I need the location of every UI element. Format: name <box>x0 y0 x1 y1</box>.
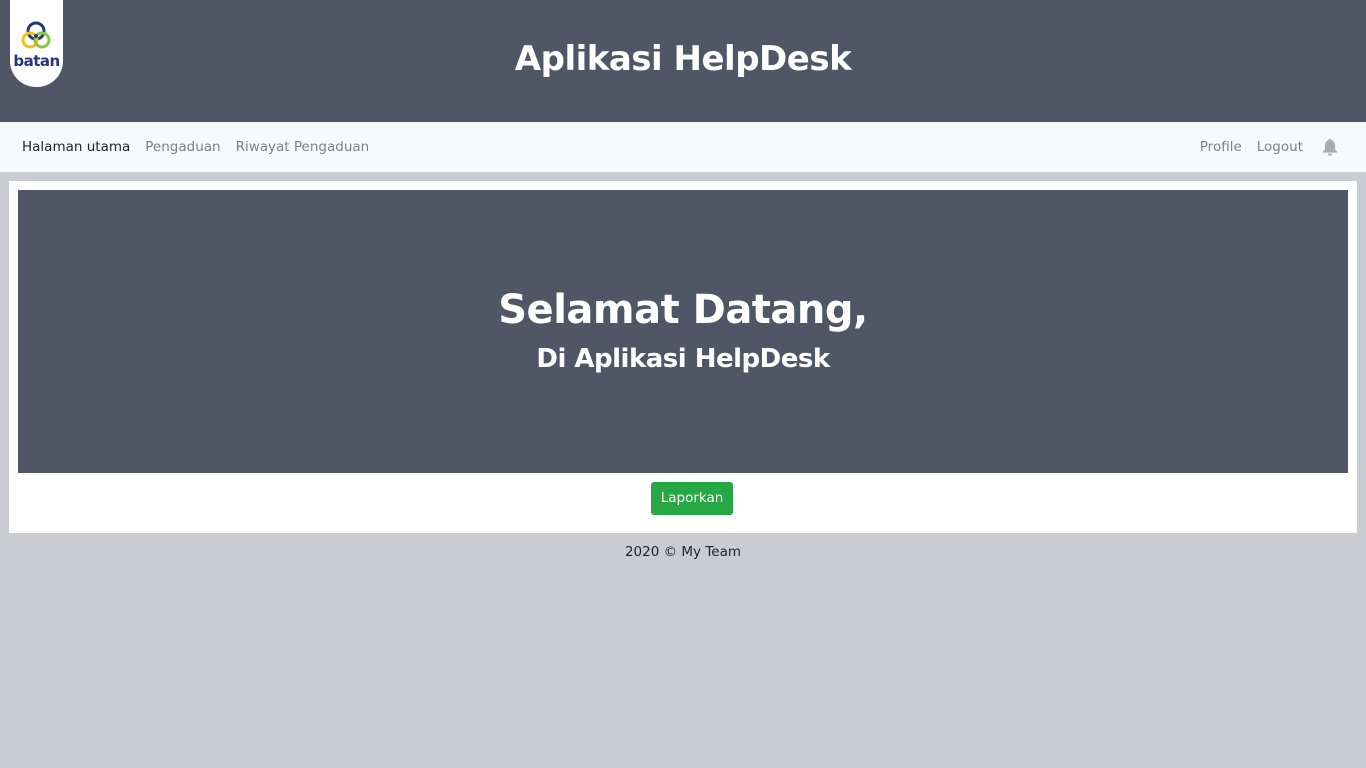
footer-copyright: 2020 © My Team <box>624 544 742 560</box>
nav-link-logout[interactable]: Logout <box>1257 139 1303 155</box>
welcome-subtitle: Di Aplikasi HelpDesk <box>536 344 830 374</box>
main-navbar: Halaman utama Pengaduan Riwayat Pengadua… <box>0 122 1366 172</box>
app-header: batan Aplikasi HelpDesk <box>0 0 1366 122</box>
bell-icon[interactable] <box>1322 138 1338 156</box>
welcome-banner: Selamat Datang, Di Aplikasi HelpDesk <box>18 190 1348 473</box>
nav-link-halaman-utama[interactable]: Halaman utama <box>22 139 130 155</box>
app-title: Aplikasi HelpDesk <box>514 39 852 79</box>
main-card: Selamat Datang, Di Aplikasi HelpDesk Lap… <box>9 181 1357 533</box>
nav-right: Profile Logout <box>1200 122 1338 172</box>
nav-link-profile[interactable]: Profile <box>1200 139 1242 155</box>
nav-left: Halaman utama Pengaduan Riwayat Pengadua… <box>22 122 384 172</box>
nav-link-pengaduan[interactable]: Pengaduan <box>145 139 220 155</box>
nav-link-riwayat-pengaduan[interactable]: Riwayat Pengaduan <box>236 139 370 155</box>
laporkan-button[interactable]: Laporkan <box>651 482 733 515</box>
welcome-title: Selamat Datang, <box>498 287 868 333</box>
